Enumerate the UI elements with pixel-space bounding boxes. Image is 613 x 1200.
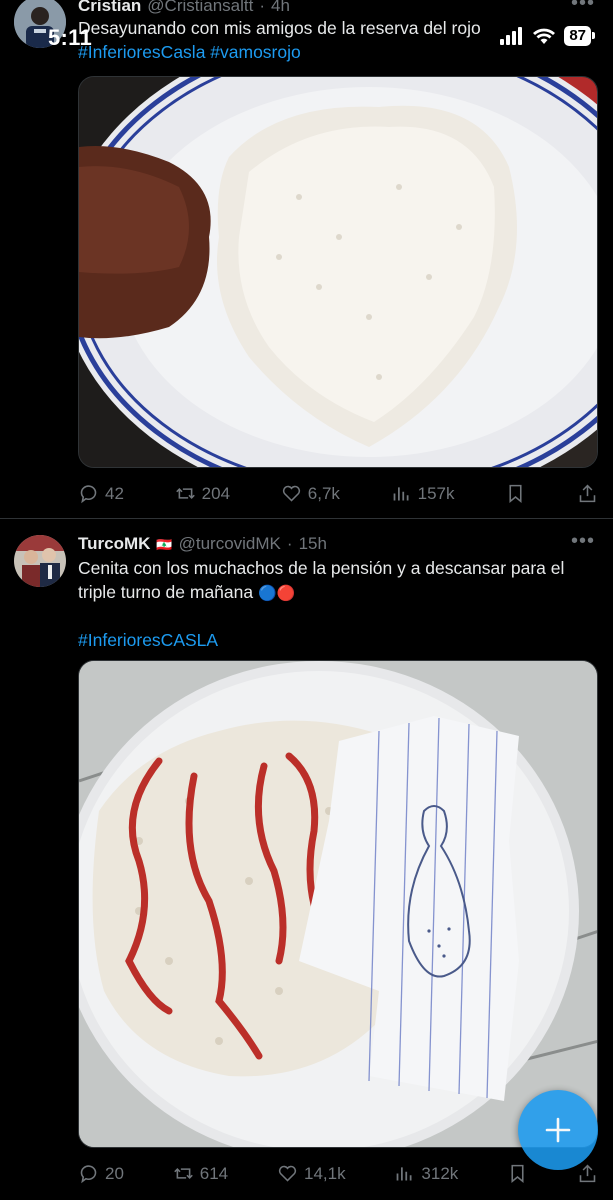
views-button[interactable]: 157k [391,483,455,504]
compose-plus-icon [545,1117,571,1143]
photo-rice-plate [79,77,597,467]
views-button[interactable]: 312k [394,1163,458,1184]
bookmark-icon [509,484,522,504]
retweet-icon [173,1168,193,1179]
separator-dot: · [286,534,293,553]
avatar[interactable] [14,0,66,48]
author-handle[interactable]: @Cristiansaltt [147,0,253,16]
bookmark-button[interactable] [507,1163,528,1184]
views-count: 312k [421,1163,459,1183]
like-button[interactable]: 6,7k [281,483,340,504]
author-name[interactable]: TurcoMK [78,534,150,554]
tweet-body: Cenita con los muchachos de la pensión y… [78,558,565,602]
tweet-body: Desayunando con mis amigos de la reserva… [78,18,481,38]
tweet-photo-rice-drawing[interactable] [78,660,598,1148]
tweet-hashtags[interactable]: #InferioresCasla #vamosrojo [78,40,598,64]
like-count: 6,7k [307,483,340,503]
tweet-turcomk[interactable]: TurcoMK 🇱🇧 @turcovidMK · 15h ••• Cenita … [0,519,613,1200]
reply-count: 42 [105,483,124,503]
author-handle[interactable]: @turcovidMK [179,534,281,554]
tweet-cristian[interactable]: Cristian @Cristiansaltt · 4h ••• Desayun… [0,0,613,520]
views-count: 157k [417,483,455,503]
share-icon [579,484,596,503]
retweet-button[interactable]: 614 [173,1163,228,1184]
bookmark-icon [511,1164,524,1184]
retweet-icon [175,488,195,499]
tweet-actions: 42 204 6,7k 157k [78,483,598,504]
views-icon [397,1167,412,1181]
author-row: Cristian @Cristiansaltt · 4h [78,0,290,16]
reply-icon [80,485,97,504]
separator-dot: · [259,0,266,15]
share-button[interactable] [577,1163,598,1184]
views-icon [393,487,409,501]
reply-button[interactable]: 42 [78,483,124,504]
like-count: 14,1k [303,1163,346,1183]
tweet-actions: 20 614 14,1k 312k [78,1163,598,1184]
share-button[interactable] [577,483,598,504]
author-row: TurcoMK 🇱🇧 @turcovidMK · 15h [78,534,327,554]
tweet-emoji: 🔵🔴 [258,585,296,602]
reply-count: 20 [105,1163,124,1183]
tweet-hashtags[interactable]: #InferioresCASLA [78,628,598,652]
bookmark-button[interactable] [505,483,526,504]
avatar[interactable] [14,535,66,587]
tweet-photo-rice-plate[interactable] [78,76,598,468]
share-icon [579,1164,596,1183]
compose-button[interactable] [518,1090,598,1170]
tweet-text: Cenita con los muchachos de la pensión y… [78,556,598,652]
tweet-time[interactable]: 4h [271,0,290,16]
more-options-icon[interactable]: ••• [571,530,595,553]
retweet-count: 204 [201,483,231,503]
like-icon [282,485,300,502]
tweet-time[interactable]: 15h [299,534,327,554]
reply-icon [80,1165,97,1184]
like-button[interactable]: 14,1k [277,1163,346,1184]
retweet-count: 614 [199,1163,229,1183]
retweet-button[interactable]: 204 [175,483,230,504]
photo-rice-with-drawn-chicken [79,661,597,1147]
reply-button[interactable]: 20 [78,1163,124,1184]
like-icon [278,1165,297,1182]
more-options-icon[interactable]: ••• [571,0,595,15]
flag-badge: 🇱🇧 [156,537,173,552]
author-name[interactable]: Cristian [78,0,141,16]
tweet-text: Desayunando con mis amigos de la reserva… [78,16,598,64]
